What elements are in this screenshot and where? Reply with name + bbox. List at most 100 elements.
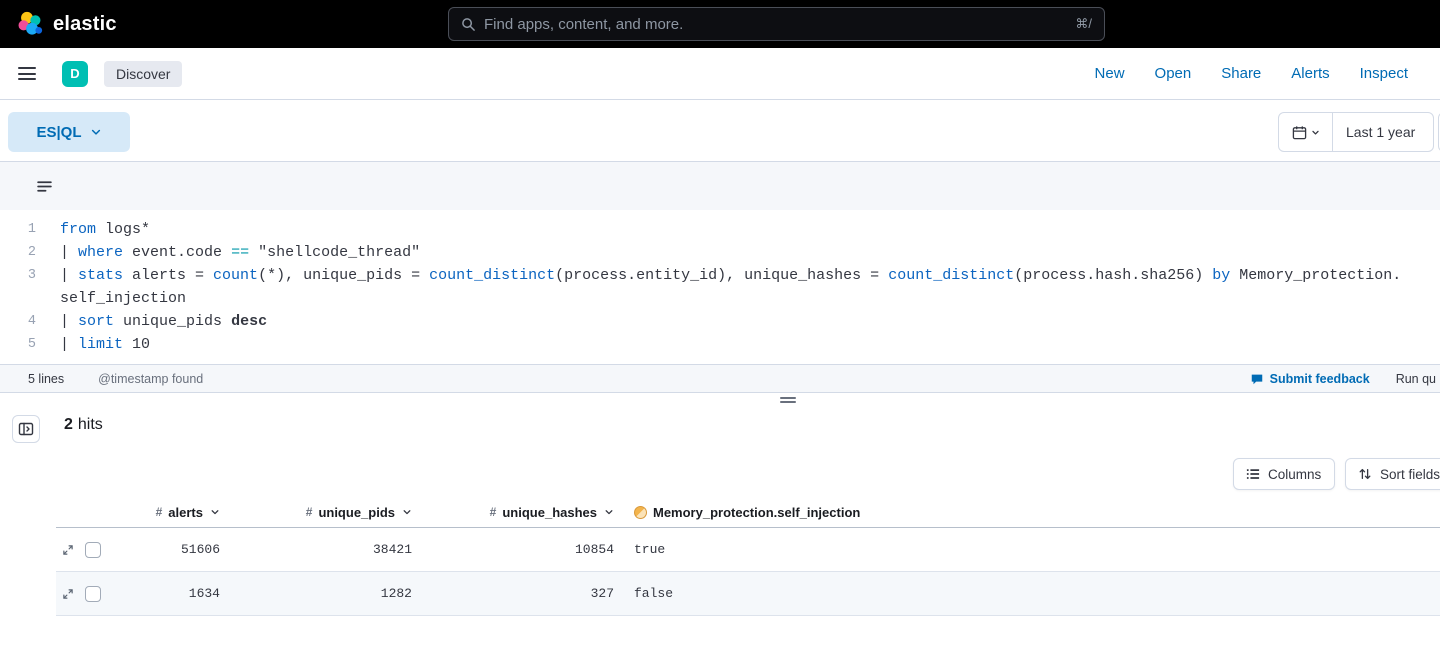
number-field-icon: # [306,505,313,519]
row-checkbox[interactable] [85,586,101,602]
chevron-down-icon [210,507,220,517]
chevron-down-icon [1311,128,1320,137]
table-row: 16341282327false [56,572,1440,616]
table-cell: 1634 [110,586,222,601]
search-icon [461,17,476,32]
table-cell: 327 [414,586,616,601]
esql-mode-label: ES|QL [36,124,81,141]
sort-fields-button[interactable]: Sort fields [1345,458,1440,490]
header-actions: New Open Share Alerts Inspect [1095,65,1422,82]
table-cell: true [616,542,1440,557]
app-navbar: D Discover New Open Share Alerts Inspect [0,48,1440,100]
global-search[interactable]: ⌘/ [448,7,1105,41]
elastic-logo-icon [16,11,43,38]
code-text: | sort unique_pids desc [36,310,267,333]
discover-app: elastic ⌘/ D Discover New Open Share Alerts… [0,0,1440,653]
panel-toggle-icon [18,421,34,437]
chevron-down-icon [604,507,614,517]
line-number: 5 [0,333,36,356]
line-number [0,287,36,310]
expand-row-button[interactable] [62,544,74,556]
editor-toolbar [0,162,1440,210]
row-controls [56,542,110,558]
editor-footer: 5 lines @timestamp found Submit feedback… [0,364,1440,393]
sort-icon [1358,467,1372,481]
hits-word: hits [78,416,103,433]
line-number: 4 [0,310,36,333]
calendar-icon [1292,125,1307,140]
columns-button-label: Columns [1268,467,1321,482]
time-range-button[interactable]: Last 1 year [1333,113,1433,151]
code-text: self_injection [36,287,186,310]
code-line: 3| stats alerts = count(*), unique_pids … [0,264,1440,287]
code-lines: 1from logs*2| where event.code == "shell… [0,218,1440,356]
line-number: 3 [0,264,36,287]
column-header-unique_hashes[interactable]: #unique_hashes [414,505,616,520]
menu-button[interactable] [18,67,36,80]
hits-number: 2 [64,416,73,433]
time-picker-calendar-button[interactable] [1279,113,1333,151]
elastic-home-link[interactable]: elastic [16,11,117,38]
panel-resize-handle[interactable] [780,397,796,403]
submit-feedback-link[interactable]: Submit feedback [1250,372,1370,386]
query-bar: ES|QL Last 1 year [0,100,1440,161]
space-avatar[interactable]: D [62,61,88,87]
chevron-down-icon [402,507,412,517]
line-number: 2 [0,241,36,264]
code-text: | stats alerts = count(*), unique_pids =… [36,264,1401,287]
code-text: from logs* [36,218,150,241]
column-header-Memory_protection.self_injection[interactable]: Memory_protection.self_injection [616,505,1440,520]
code-line: 1from logs* [0,218,1440,241]
search-shortcut: ⌘/ [1075,16,1092,32]
columns-button[interactable]: Columns [1233,458,1335,490]
brand-text: elastic [53,13,117,36]
row-checkbox[interactable] [85,542,101,558]
column-header-alerts[interactable]: # alerts [110,505,222,520]
results-table: # alerts #unique_pids#unique_hashes Memory_… [56,497,1440,616]
feedback-label: Submit feedback [1270,372,1370,386]
sort-button-label: Sort fields [1380,467,1440,482]
esql-mode-button[interactable]: ES|QL [8,112,130,152]
expand-row-button[interactable] [62,588,74,600]
results-panel: 2 hits Columns Sort fields # alerts #unique… [0,412,1440,653]
feedback-icon [1250,372,1264,386]
columns-icon [1246,467,1260,481]
breadcrumb-discover[interactable]: Discover [104,61,182,87]
number-field-icon: # [490,505,497,519]
esql-code-editor[interactable]: 1from logs*2| where event.code == "shell… [0,210,1440,364]
header-action-new[interactable]: New [1095,65,1125,82]
run-query-button[interactable]: Run qu [1396,372,1436,386]
header-action-open[interactable]: Open [1155,65,1192,82]
column-header-label: Memory_protection.self_injection [653,505,860,520]
row-controls [56,586,110,602]
timestamp-found-label: @timestamp found [98,372,203,386]
table-cell: 10854 [414,542,616,557]
code-text: | where event.code == "shellcode_thread" [36,241,420,264]
column-header-unique_pids[interactable]: #unique_pids [222,505,414,520]
table-cell: 1282 [222,586,414,601]
table-row: 516063842110854true [56,528,1440,572]
header-action-inspect[interactable]: Inspect [1360,65,1408,82]
table-body: 516063842110854true16341282327false [56,528,1440,616]
global-header: elastic ⌘/ [0,0,1440,48]
header-action-share[interactable]: Share [1221,65,1261,82]
wrap-lines-icon[interactable] [36,178,53,195]
toggle-sidebar-button[interactable] [12,415,40,443]
table-cell: 51606 [110,542,222,557]
table-header-row: # alerts #unique_pids#unique_hashes Memory_… [56,497,1440,528]
table-cell: 38421 [222,542,414,557]
code-text: | limit 10 [36,333,150,356]
boolean-field-icon [634,506,647,519]
search-input[interactable] [484,16,1067,33]
table-cell: false [616,586,1440,601]
esql-editor-panel: 1from logs*2| where event.code == "shell… [0,161,1440,393]
time-picker: Last 1 year [1278,112,1434,152]
line-count-label: 5 lines [28,372,64,386]
code-line: self_injection [0,287,1440,310]
code-line: 4| sort unique_pids desc [0,310,1440,333]
line-number: 1 [0,218,36,241]
column-header-label: alerts [168,505,203,520]
chevron-down-icon [90,126,102,138]
header-action-alerts[interactable]: Alerts [1291,65,1329,82]
number-field-icon: # [156,505,163,519]
